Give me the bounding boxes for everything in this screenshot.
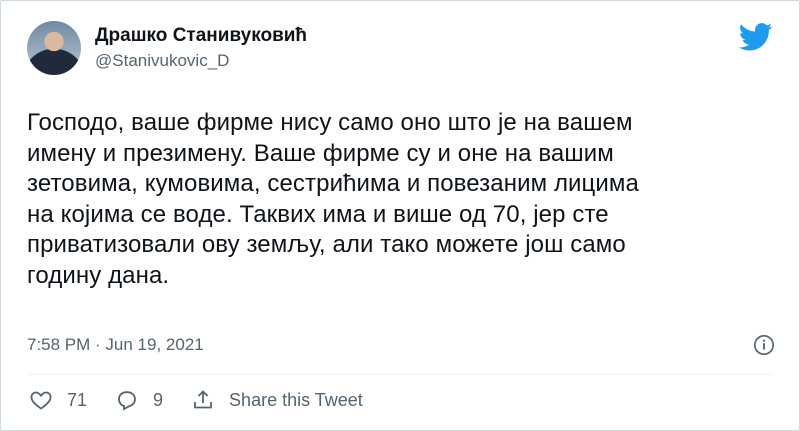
reply-icon [118, 391, 136, 411]
tweet-text: Господо, ваше фирме нису само оно што је… [27, 109, 639, 289]
timestamp[interactable]: 7:58 PM · Jun 19, 2021 [27, 335, 204, 355]
heart-icon [30, 391, 52, 410]
like-count: 71 [67, 389, 88, 410]
display-name[interactable]: Драшко Станивуковић [95, 24, 307, 48]
like-button[interactable]: 71 [29, 388, 87, 412]
tweet-card: Драшко Станивуковић @Stanivukovic_D Госп… [0, 0, 800, 431]
twitter-bird-icon[interactable] [739, 23, 773, 51]
action-bar: 71 9 Share this Tweet [29, 388, 391, 412]
share-label: Share this Tweet [229, 389, 363, 410]
tweet-header: Драшко Станивуковић @Stanivukovic_D [27, 21, 307, 75]
author-names: Драшко Станивуковић @Stanivukovic_D [95, 24, 307, 72]
tweet-meta: 7:58 PM · Jun 19, 2021 [27, 334, 775, 356]
handle[interactable]: @Stanivukovic_D [95, 50, 307, 72]
share-icon [194, 390, 212, 409]
share-button[interactable]: Share this Tweet [191, 388, 363, 412]
divider [27, 374, 773, 375]
reply-button[interactable]: 9 [115, 388, 163, 412]
avatar[interactable] [27, 21, 81, 75]
info-icon[interactable] [753, 334, 775, 356]
reply-count: 9 [153, 389, 164, 410]
